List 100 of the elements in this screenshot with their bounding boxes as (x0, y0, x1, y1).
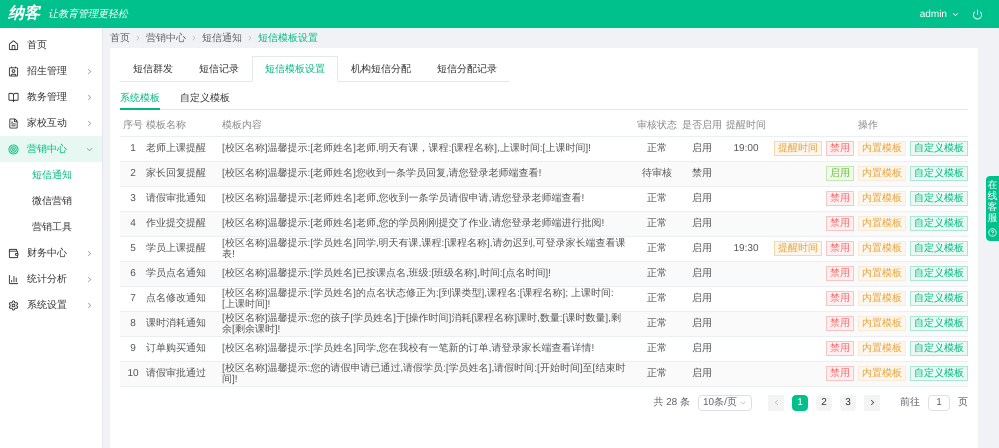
table-cell: 正常 (634, 211, 680, 236)
sidebar-item[interactable]: 家校互动 (0, 110, 102, 136)
action-button[interactable]: 内置模板 (858, 191, 906, 206)
action-button[interactable]: 自定义模板 (910, 166, 968, 181)
chevron-right-icon (85, 118, 94, 128)
table-cell: 启用 (680, 361, 724, 386)
action-button[interactable]: 内置模板 (858, 291, 906, 306)
table-cell: 启用 (680, 286, 724, 311)
table-cell: 订单购买通知 (146, 336, 222, 361)
table-cell: 8 (120, 311, 146, 336)
sidebar-item[interactable]: 统计分析 (0, 266, 102, 292)
action-button[interactable]: 禁用 (826, 316, 854, 331)
sidebar-item[interactable]: 营销中心 (0, 136, 102, 162)
menu-icon (8, 300, 19, 310)
action-button[interactable]: 自定义模板 (910, 341, 968, 356)
action-button[interactable]: 启用 (826, 166, 854, 181)
page-button[interactable]: 2 (816, 394, 832, 410)
next-page-button[interactable] (864, 394, 880, 410)
column-header: 审核状态 (634, 116, 680, 136)
menu-icon (8, 40, 19, 50)
table-cell: [校区名称]温馨提示:您的请假申请已通过,请假学员:[学员姓名],请假时间:[开始时间]至[结束时间]! (222, 361, 634, 386)
action-button[interactable]: 内置模板 (858, 166, 906, 181)
table-cell: 4 (120, 211, 146, 236)
table-cell: 正常 (634, 311, 680, 336)
table-cell: [校区名称]温馨提示:[学员姓名]已按课点名,班级:[班级名称],时间:[点名时间]! (222, 261, 634, 286)
table-cell: 正常 (634, 236, 680, 261)
action-button[interactable]: 禁用 (826, 216, 854, 231)
chevron-right-icon (85, 274, 94, 284)
prev-page-button[interactable] (768, 394, 784, 410)
action-button[interactable]: 内置模板 (858, 216, 906, 231)
side-tab[interactable]: 在线客服 (986, 176, 999, 241)
column-header: 模板内容 (222, 116, 634, 136)
action-button[interactable]: 内置模板 (858, 341, 906, 356)
table-cell: 启用 (680, 261, 724, 286)
sidebar-item[interactable]: 招生管理 (0, 58, 102, 84)
action-button[interactable]: 内置模板 (858, 241, 906, 256)
sidebar-item[interactable]: 教务管理 (0, 84, 102, 110)
breadcrumb-item[interactable]: 短信通知 (202, 30, 242, 46)
table-cell: 正常 (634, 361, 680, 386)
page-size-select[interactable]: 10条/页 (698, 394, 752, 410)
tab[interactable]: 机构短信分配 (338, 56, 424, 82)
page-input[interactable]: 1 (928, 394, 950, 410)
subtab[interactable]: 系统模板 (120, 88, 160, 110)
action-button[interactable]: 禁用 (826, 141, 854, 156)
action-button[interactable]: 自定义模板 (910, 316, 968, 331)
action-button[interactable]: 禁用 (826, 241, 854, 256)
separator-icon (190, 34, 198, 42)
action-button[interactable]: 禁用 (826, 366, 854, 381)
table-cell: 启用 (680, 311, 724, 336)
action-button[interactable]: 提醒时间 (774, 141, 822, 156)
action-button[interactable]: 禁用 (826, 341, 854, 356)
table-cell: [校区名称]温馨提示:您的孩子[学员姓名]于[操作时间]消耗[课程名称]课时,数量:[课时数量],剩余[剩余课时]! (222, 311, 634, 336)
breadcrumb-item[interactable]: 营销中心 (146, 30, 186, 46)
page-button[interactable]: 1 (792, 394, 808, 410)
sidebar-subitem[interactable]: 微信营销 (0, 188, 102, 214)
breadcrumb-item: 短信模板设置 (258, 32, 318, 46)
power-icon[interactable] (972, 8, 983, 20)
table-cell: 6 (120, 261, 146, 286)
action-button[interactable]: 内置模板 (858, 266, 906, 281)
table-cell: [校区名称]温馨提示:[学员姓名]同学,您在我校有一笔新的订单,请登录家长端查看详情! (222, 336, 634, 361)
action-button[interactable]: 禁用 (826, 191, 854, 206)
tab[interactable]: 短信群发 (120, 56, 186, 82)
action-button[interactable]: 内置模板 (858, 366, 906, 381)
action-button[interactable]: 禁用 (826, 291, 854, 306)
action-button[interactable]: 自定义模板 (910, 266, 968, 281)
sidebar-subitem[interactable]: 短信通知 (0, 162, 102, 188)
action-button[interactable]: 内置模板 (858, 141, 906, 156)
table-cell: 9 (120, 336, 146, 361)
action-button[interactable]: 自定义模板 (910, 141, 968, 156)
table-cell: [校区名称]温馨提示:[老师姓名]老师,您的学员刚刚提交了作业,请您登录老师端进行批阅! (222, 211, 634, 236)
action-button[interactable]: 自定义模板 (910, 291, 968, 306)
action-button[interactable]: 自定义模板 (910, 191, 968, 206)
action-button[interactable]: 提醒时间 (774, 241, 822, 256)
tab[interactable]: 短信模板设置 (252, 56, 338, 82)
page-button[interactable]: 3 (840, 394, 856, 410)
slogan: 让教育管理更轻松 (48, 8, 128, 22)
sidebar-item[interactable]: 财务中心 (0, 240, 102, 266)
separator-icon (134, 34, 142, 42)
column-header: 模板名称 (146, 116, 222, 136)
table-cell: [校区名称]温馨提示:[学员姓名]的点名状态修正为:[到课类型],课程名:[课程名称]; 上课时间:[上课时间]! (222, 286, 634, 311)
action-button[interactable]: 自定义模板 (910, 241, 968, 256)
subtab[interactable]: 自定义模板 (180, 88, 230, 110)
user-menu[interactable]: admin (920, 6, 960, 22)
table-cell: 家长回复提醒 (146, 161, 222, 186)
action-button[interactable]: 禁用 (826, 266, 854, 281)
menu-icon (8, 144, 19, 154)
action-button[interactable]: 内置模板 (858, 316, 906, 331)
action-button[interactable]: 自定义模板 (910, 366, 968, 381)
column-header: 是否启用 (680, 116, 724, 136)
sidebar-item[interactable]: 首页 (0, 32, 102, 58)
table-cell: 正常 (634, 186, 680, 211)
sidebar-subitem[interactable]: 营销工具 (0, 214, 102, 240)
tab[interactable]: 短信记录 (186, 56, 252, 82)
action-button[interactable]: 自定义模板 (910, 216, 968, 231)
table-cell: 正常 (634, 261, 680, 286)
tab[interactable]: 短信分配记录 (424, 56, 510, 82)
sidebar-item[interactable]: 系统设置 (0, 292, 102, 318)
table-cell: 启用 (680, 136, 724, 161)
breadcrumb-item[interactable]: 首页 (110, 30, 130, 46)
chevron-right-icon (85, 92, 94, 102)
